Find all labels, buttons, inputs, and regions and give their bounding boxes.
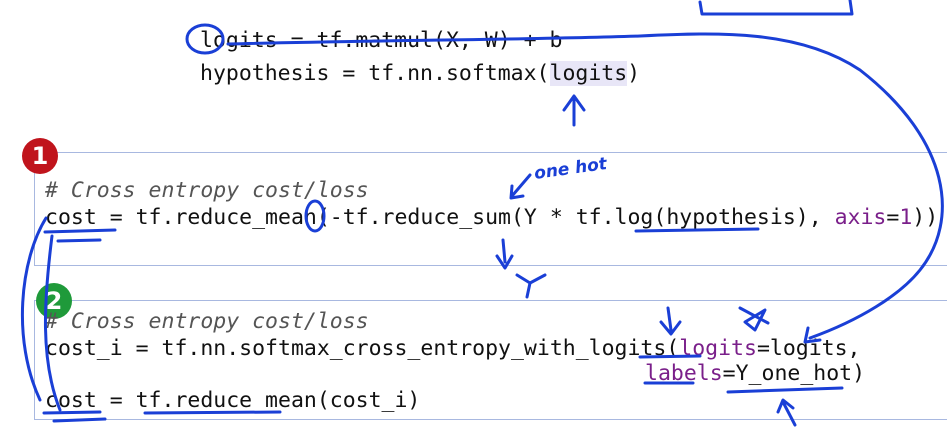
- ink-up-arrow: [562, 94, 586, 127]
- ink-y-letter: [515, 273, 547, 299]
- ink-up-arrow-2: [776, 398, 797, 427]
- ink-underline-cost2: [42, 410, 107, 423]
- ink-arrow-y: [509, 173, 532, 200]
- ink-star-mark: [738, 306, 770, 332]
- ink-underline-cost1: [43, 228, 117, 243]
- ink-left-bracket-2: [43, 234, 62, 412]
- ink-circle-logits: [185, 23, 225, 55]
- ink-underline-hypothesis: [634, 227, 760, 233]
- ink-arrow-logits: [659, 306, 682, 336]
- ink-circle-minus: [304, 199, 326, 233]
- ink-curve-logits: [226, 32, 944, 340]
- one-hot-annotation: one hot: [533, 154, 609, 184]
- ink-arrow-down: [495, 238, 514, 270]
- ink-annotations: one hot: [20, 0, 944, 427]
- ink-box-corner: [698, 0, 854, 16]
- ink-underline-reduce: [143, 410, 282, 415]
- ink-underline-yonehot: [726, 386, 844, 394]
- ink-left-bracket: [20, 216, 48, 402]
- ink-underline-logits: [638, 354, 702, 359]
